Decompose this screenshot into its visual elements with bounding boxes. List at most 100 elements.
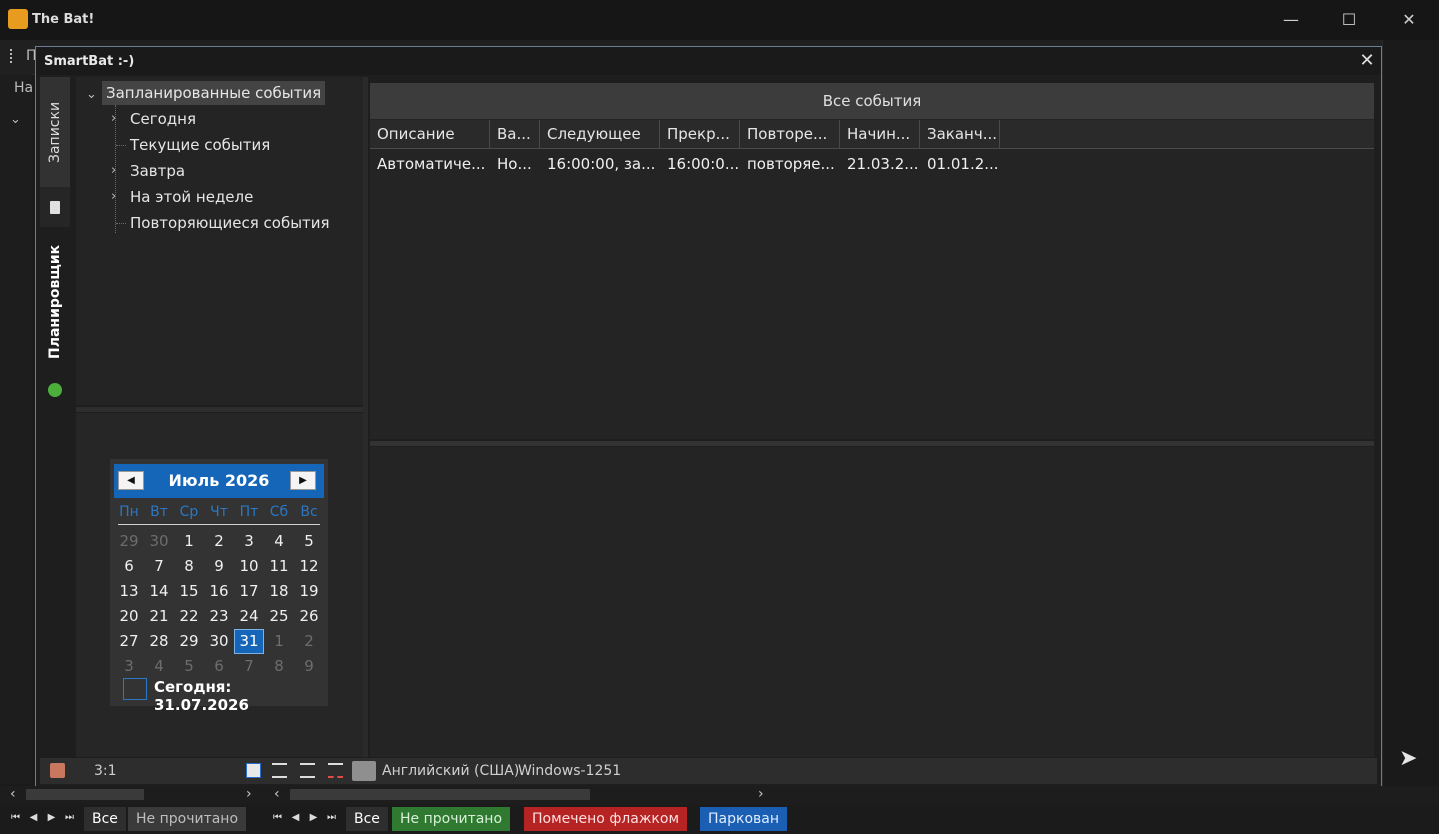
calendar-day[interactable]: 20 — [114, 604, 144, 629]
scroll-thumb[interactable] — [26, 789, 144, 800]
tab-unread-left[interactable]: Не прочитано — [128, 807, 247, 831]
calendar-day[interactable]: 4 — [264, 529, 294, 554]
column-header[interactable]: Заканч... — [920, 120, 1000, 148]
last-page-icon[interactable]: ⏭ — [324, 809, 339, 827]
calendar-day[interactable]: 9 — [204, 554, 234, 579]
prev-page-icon[interactable]: ◀ — [26, 809, 41, 827]
calendar-day[interactable]: 7 — [144, 554, 174, 579]
tree-item-this-week[interactable]: На этой неделе — [130, 185, 253, 209]
calendar-day[interactable]: 11 — [264, 554, 294, 579]
chevron-down-icon[interactable]: ⌄ — [10, 112, 21, 127]
maximize-button[interactable]: ☐ — [1320, 0, 1378, 40]
calendar-day[interactable]: 30 — [204, 629, 234, 654]
event-cell[interactable]: Но... — [490, 151, 540, 177]
calendar-day[interactable]: 14 — [144, 579, 174, 604]
vertical-splitter[interactable] — [363, 77, 368, 757]
calendar-day[interactable]: 1 — [264, 629, 294, 654]
calendar-day[interactable]: 29 — [174, 629, 204, 654]
calendar-day[interactable]: 5 — [294, 529, 324, 554]
calendar-day[interactable]: 6 — [114, 554, 144, 579]
calendar-month-label[interactable]: Июль 2026 — [154, 464, 284, 498]
first-page-icon[interactable]: ⏮ — [8, 809, 23, 827]
event-cell[interactable]: 01.01.2... — [920, 151, 1000, 177]
calendar-day[interactable]: 13 — [114, 579, 144, 604]
event-cell[interactable]: 21.03.2... — [840, 151, 920, 177]
tab-unread-right[interactable]: Не прочитано — [392, 807, 511, 831]
scroll-right-icon[interactable]: › — [246, 786, 252, 802]
tab-scheduler[interactable]: Планировщик — [40, 227, 70, 377]
prev-month-button[interactable]: ◀ — [118, 471, 144, 490]
calendar-day[interactable]: 23 — [204, 604, 234, 629]
spellcheck-icon[interactable] — [352, 761, 376, 781]
calendar-day[interactable]: 17 — [234, 579, 264, 604]
toolbar-grip-icon[interactable] — [10, 49, 15, 63]
event-cell[interactable]: 16:00:0... — [660, 151, 740, 177]
calendar-day[interactable]: 2 — [294, 629, 324, 654]
chevron-down-icon[interactable]: ⌄ — [86, 83, 97, 107]
horizontal-splitter[interactable] — [76, 407, 363, 412]
events-splitter[interactable] — [370, 441, 1374, 446]
tab-all-right[interactable]: Все — [346, 807, 388, 831]
tree-item-recurring[interactable]: Повторяющиеся события — [130, 211, 330, 235]
calendar-day[interactable]: 26 — [294, 604, 324, 629]
notebook-icon[interactable] — [50, 763, 65, 778]
next-month-button[interactable]: ▶ — [290, 471, 316, 490]
calendar-day[interactable]: 12 — [294, 554, 324, 579]
next-page-icon[interactable]: ▶ — [44, 809, 59, 827]
tab-all-left[interactable]: Все — [84, 807, 126, 831]
calendar-day[interactable]: 28 — [144, 629, 174, 654]
tree-item-today[interactable]: Сегодня — [130, 107, 196, 131]
calendar-day[interactable]: 15 — [174, 579, 204, 604]
send-icon[interactable]: ➤ — [1399, 746, 1417, 771]
calendar-day[interactable]: 2 — [204, 529, 234, 554]
tab-parked[interactable]: Паркован — [700, 807, 787, 831]
column-header[interactable]: Повторе... — [740, 120, 840, 148]
calendar-day[interactable]: 18 — [264, 579, 294, 604]
calendar-day[interactable]: 8 — [264, 654, 294, 679]
spell-language[interactable]: Английский (США) — [382, 758, 519, 784]
next-page-icon[interactable]: ▶ — [306, 809, 321, 827]
calendar-day[interactable]: 3 — [234, 529, 264, 554]
calendar-day[interactable]: 19 — [294, 579, 324, 604]
scroll-left-icon[interactable]: ‹ — [10, 786, 16, 802]
calendar-day[interactable]: 24 — [234, 604, 264, 629]
calendar-day[interactable]: 31 — [234, 629, 264, 654]
scroll-right-icon[interactable]: › — [758, 786, 764, 802]
chevron-right-icon[interactable]: › — [111, 159, 116, 183]
calendar-day[interactable]: 29 — [114, 529, 144, 554]
calendar-day[interactable]: 5 — [174, 654, 204, 679]
column-header[interactable]: Ва... — [490, 120, 540, 148]
prev-page-icon[interactable]: ◀ — [288, 809, 303, 827]
encoding[interactable]: Windows-1251 — [518, 758, 621, 784]
calendar-day[interactable]: 21 — [144, 604, 174, 629]
quote-icon[interactable] — [328, 763, 343, 778]
calendar-day[interactable]: 8 — [174, 554, 204, 579]
scroll-left-icon[interactable]: ‹ — [274, 786, 280, 802]
calendar-day[interactable]: 9 — [294, 654, 324, 679]
event-cell[interactable]: Автоматиче... — [370, 151, 490, 177]
tree-root[interactable]: Запланированные события — [102, 81, 326, 105]
align-icon[interactable] — [300, 763, 315, 778]
calendar-day[interactable]: 22 — [174, 604, 204, 629]
today-marker[interactable] — [123, 678, 147, 700]
calendar-day[interactable]: 6 — [204, 654, 234, 679]
scroll-thumb[interactable] — [290, 789, 590, 800]
tree-item-tomorrow[interactable]: Завтра — [130, 159, 185, 183]
format-icon[interactable] — [246, 763, 261, 778]
calendar-day[interactable]: 16 — [204, 579, 234, 604]
column-header[interactable]: Следующее — [540, 120, 660, 148]
event-cell[interactable]: повторяе... — [740, 151, 840, 177]
column-header[interactable]: Начин... — [840, 120, 920, 148]
calendar-day[interactable]: 30 — [144, 529, 174, 554]
wrap-icon[interactable] — [272, 763, 287, 778]
minimize-button[interactable]: — — [1262, 0, 1320, 40]
calendar-day[interactable]: 1 — [174, 529, 204, 554]
calendar-day[interactable]: 27 — [114, 629, 144, 654]
close-window-button[interactable]: ✕ — [1380, 0, 1438, 40]
chevron-right-icon[interactable]: › — [111, 185, 116, 209]
event-cell[interactable]: 16:00:00, за... — [540, 151, 660, 177]
today-label[interactable]: Сегодня: 31.07.2026 — [154, 678, 328, 714]
calendar-day[interactable]: 10 — [234, 554, 264, 579]
calendar-day[interactable]: 25 — [264, 604, 294, 629]
calendar-day[interactable]: 7 — [234, 654, 264, 679]
